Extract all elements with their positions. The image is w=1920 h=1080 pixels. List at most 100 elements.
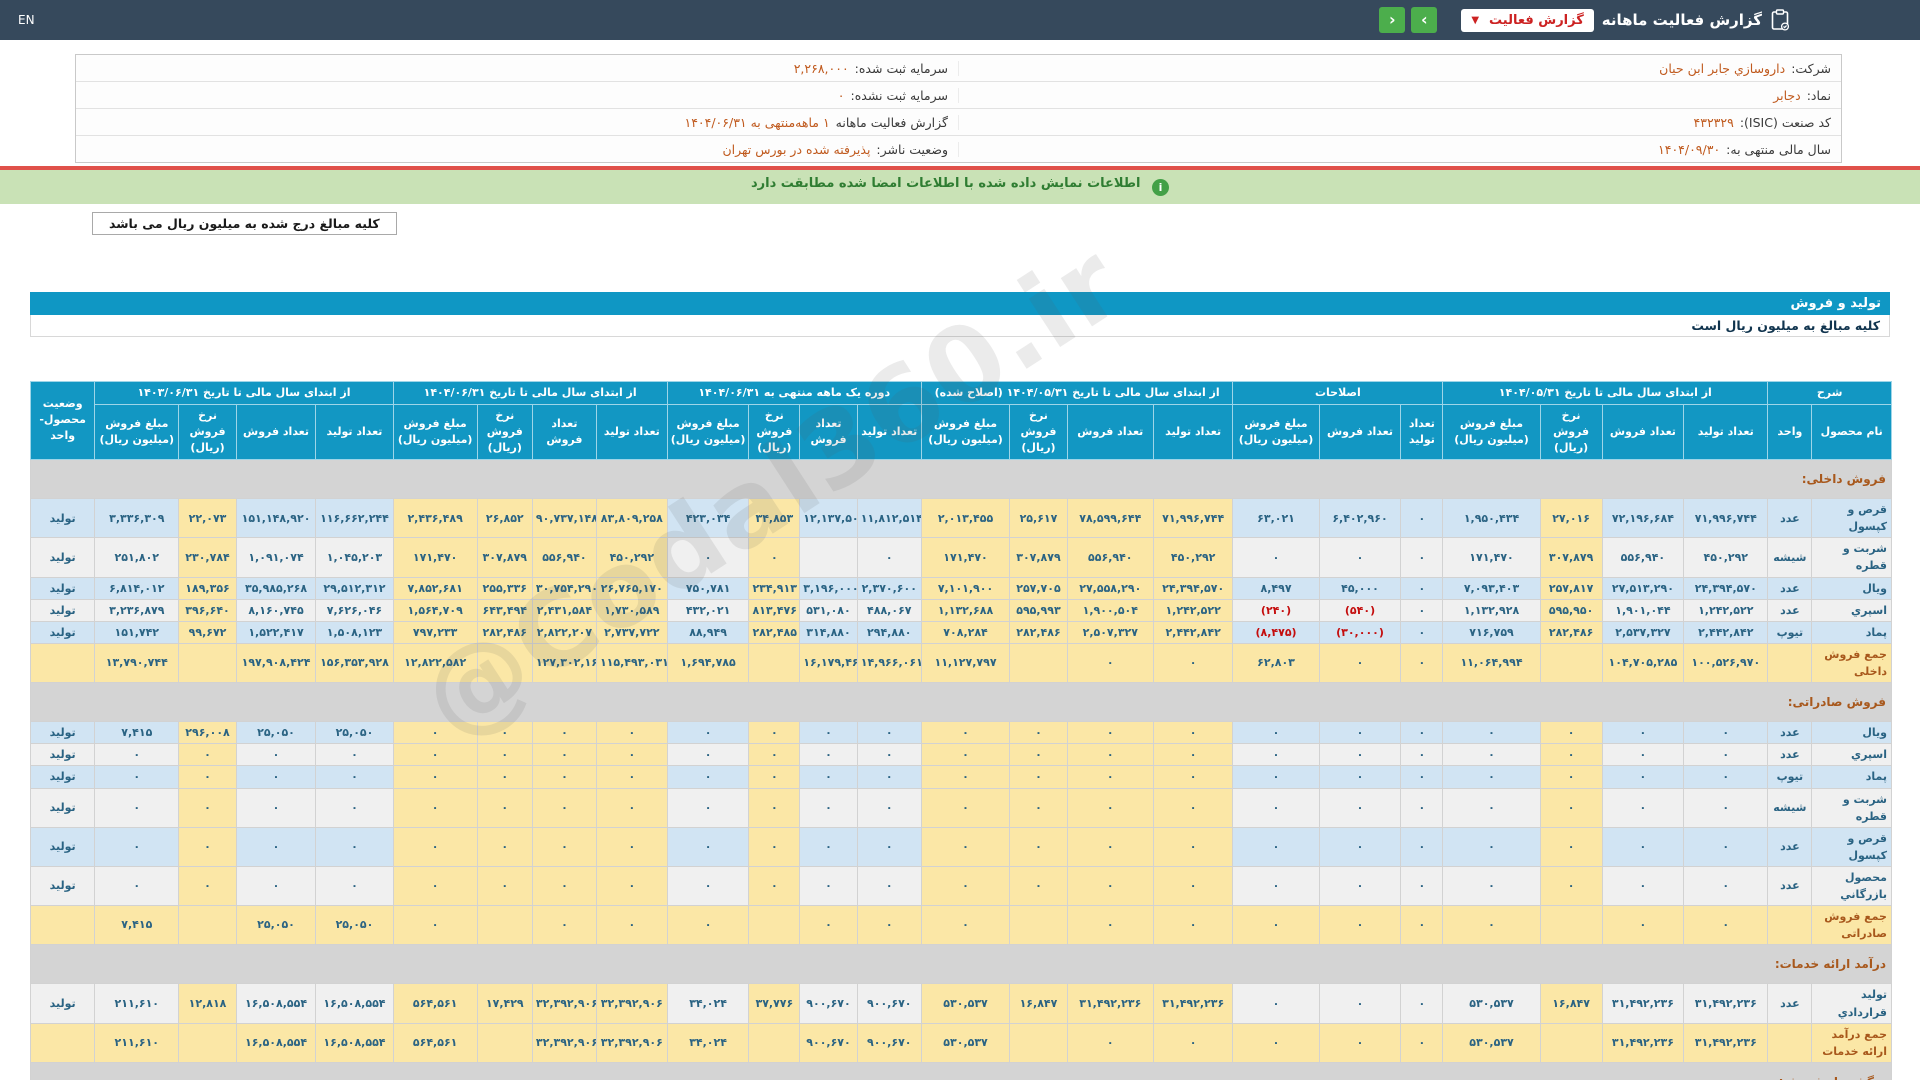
col-adj-0: تعداد تولید: [1401, 404, 1443, 459]
cell-g03-0: ۱,۰۴۵,۲۰۳: [316, 538, 393, 577]
cell-g05adj-0: ۰: [1153, 766, 1233, 788]
cell-adj-2: (۸,۴۷۵): [1233, 621, 1319, 643]
cell-g05-1: ۰: [1602, 744, 1684, 766]
company-field: سرمایه ثبت شده: ۲,۲۶۸,۰۰۰: [76, 61, 958, 76]
cell-g06-2: ۱۷,۴۲۹: [477, 984, 532, 1023]
cell-g03-1: ۱۹۷,۹۰۸,۴۲۴: [236, 643, 316, 682]
cell-adj-1: ۰: [1319, 538, 1401, 577]
cell-period-0: ۲۹۴,۸۸۰: [857, 621, 921, 643]
cell-g03-1: ۰: [236, 766, 316, 788]
cell-g03-2: [179, 643, 236, 682]
company-info-row: سال مالی منتهی به: ۱۴۰۴/۰۹/۳۰ وضعیت ناشر…: [76, 136, 1841, 162]
cell-g06-1: ۲,۴۳۱,۵۸۴: [532, 599, 596, 621]
cell-g06-1: ۹۰,۷۳۷,۱۴۸: [532, 499, 596, 538]
col-group-adj: اصلاحات: [1233, 382, 1443, 405]
cell-period-0: ۹۰۰,۶۷۰: [857, 984, 921, 1023]
col-group-g05: از ابتدای سال مالی تا تاریخ ۱۴۰۴/۰۵/۳۱: [1443, 382, 1768, 405]
cell-g05-3: ۱,۹۵۰,۴۳۴: [1443, 499, 1540, 538]
cell-period-3: ۰: [667, 827, 749, 866]
cell-g05-2: [1540, 1023, 1602, 1062]
cell-g03-3: ۷,۴۱۵: [95, 722, 179, 744]
cell-adj-0: ۰: [1401, 538, 1443, 577]
language-toggle-en[interactable]: EN: [18, 13, 35, 27]
cell-period-3: ۳۴,۰۲۴: [667, 1023, 749, 1062]
cell-adj-1: ۰: [1319, 866, 1401, 905]
cell-g06-2: ۰: [477, 788, 532, 827]
cell-period-0: ۹۰۰,۶۷۰: [857, 1023, 921, 1062]
cell-g05-2: ۳۰۷,۸۷۹: [1540, 538, 1602, 577]
product-unit: عدد: [1768, 499, 1812, 538]
product-unit: عدد: [1768, 722, 1812, 744]
cell-period-2: [749, 1023, 800, 1062]
cell-g05adj-3: ۱۱,۱۲۷,۷۹۷: [921, 643, 1009, 682]
field-label: سرمایه ثبت نشده:: [851, 88, 948, 103]
col-group-g06: از ابتدای سال مالی تا تاریخ ۱۴۰۴/۰۶/۳۱: [393, 382, 667, 405]
cell-adj-0: ۰: [1401, 499, 1443, 538]
cell-g05adj-0: ۰: [1153, 905, 1233, 944]
cell-g06-0: ۰: [596, 788, 667, 827]
product-name: شربت و قطره: [1812, 538, 1892, 577]
col-adj-1: تعداد فروش: [1319, 404, 1401, 459]
cell-period-3: ۰: [667, 788, 749, 827]
cell-g06-2: [477, 905, 532, 944]
col-g05-0: تعداد تولید: [1684, 404, 1768, 459]
cell-g06-2: ۳۰۷,۸۷۹: [477, 538, 532, 577]
cell-g05adj-1: ۲۷,۵۵۸,۲۹۰: [1067, 577, 1153, 599]
field-value: ۱ ماهه‌منتهی به ۱۴۰۴/۰۶/۳۱: [684, 115, 829, 130]
cell-g03-0: ۱۶,۵۰۸,۵۵۴: [316, 1023, 393, 1062]
cell-adj-2: ۰: [1233, 722, 1319, 744]
cell-g05adj-3: ۰: [921, 827, 1009, 866]
cell-g05-0: ۳۱,۴۹۲,۲۳۶: [1684, 1023, 1768, 1062]
cell-g06-0: ۱,۷۳۰,۵۸۹: [596, 599, 667, 621]
cell-g05-3: ۰: [1443, 866, 1540, 905]
cell-g05-1: ۰: [1602, 905, 1684, 944]
nav-back-button[interactable]: ‹: [1379, 7, 1405, 33]
cell-period-0: ۰: [857, 766, 921, 788]
cell-g05-3: ۰: [1443, 744, 1540, 766]
cell-g05-0: ۲۴,۳۹۴,۵۷۰: [1684, 577, 1768, 599]
cell-adj-1: ۰: [1319, 827, 1401, 866]
cell-period-3: ۸۸,۹۴۹: [667, 621, 749, 643]
cell-adj-1: ۶,۴۰۲,۹۶۰: [1319, 499, 1401, 538]
cell-g05adj-2: ۰: [1010, 788, 1067, 827]
cell-g05-1: ۳۱,۴۹۲,۲۳۶: [1602, 1023, 1684, 1062]
cell-g06-3: ۱۷۱,۴۷۰: [393, 538, 477, 577]
cell-g05-3: ۷۱۶,۷۵۹: [1443, 621, 1540, 643]
cell-g06-2: ۰: [477, 866, 532, 905]
product-name: ویال: [1812, 577, 1892, 599]
cell-g03-2: ۲۳۰,۷۸۴: [179, 538, 236, 577]
cell-g03-2: ۱۸۹,۳۵۶: [179, 577, 236, 599]
cell-g05adj-0: ۷۱,۹۹۶,۷۴۴: [1153, 499, 1233, 538]
report-type-dropdown[interactable]: گزارش فعالیت ▼: [1461, 9, 1593, 32]
cell-g05adj-2: ۵۹۵,۹۹۳: [1010, 599, 1067, 621]
cell-g03-3: ۲۱۱,۶۱۰: [95, 984, 179, 1023]
cell-g03-3: ۶,۸۱۴,۰۱۲: [95, 577, 179, 599]
cell-g03-3: ۰: [95, 744, 179, 766]
cell-period-2: ۲۸۲,۴۸۵: [749, 621, 800, 643]
cell-period-3: ۰: [667, 722, 749, 744]
cell-period-1: ۰: [800, 766, 857, 788]
cell-g06-2: [477, 643, 532, 682]
section-row-label: برگشت از فروش:: [31, 1062, 1892, 1080]
nav-forward-button[interactable]: ›: [1411, 7, 1437, 33]
cell-adj-1: ۰: [1319, 722, 1401, 744]
cell-g06-0: ۴۵۰,۲۹۲: [596, 538, 667, 577]
product-name: قرص و کپسول: [1812, 827, 1892, 866]
cell-g05-0: ۱۰۰,۵۲۶,۹۷۰: [1684, 643, 1768, 682]
cell-g05adj-0: ۰: [1153, 788, 1233, 827]
field-value: ۰: [838, 88, 845, 103]
cell-g06-2: ۲۸۲,۴۸۶: [477, 621, 532, 643]
cell-g03-3: ۱۳,۷۹۰,۷۴۴: [95, 643, 179, 682]
cell-g06-0: ۰: [596, 766, 667, 788]
cell-g05adj-2: ۰: [1010, 827, 1067, 866]
cell-period-2: ۰: [749, 722, 800, 744]
product-unit: [1768, 643, 1812, 682]
cell-adj-1: ۰: [1319, 905, 1401, 944]
product-unit: عدد: [1768, 827, 1812, 866]
cell-g05-3: ۱۷۱,۴۷۰: [1443, 538, 1540, 577]
product-unit: عدد: [1768, 744, 1812, 766]
col-period-3: مبلغ فروش (میلیون ریال): [667, 404, 749, 459]
cell-g05adj-1: ۰: [1067, 905, 1153, 944]
cell-g05adj-3: ۰: [921, 766, 1009, 788]
product-status: [31, 1023, 95, 1062]
